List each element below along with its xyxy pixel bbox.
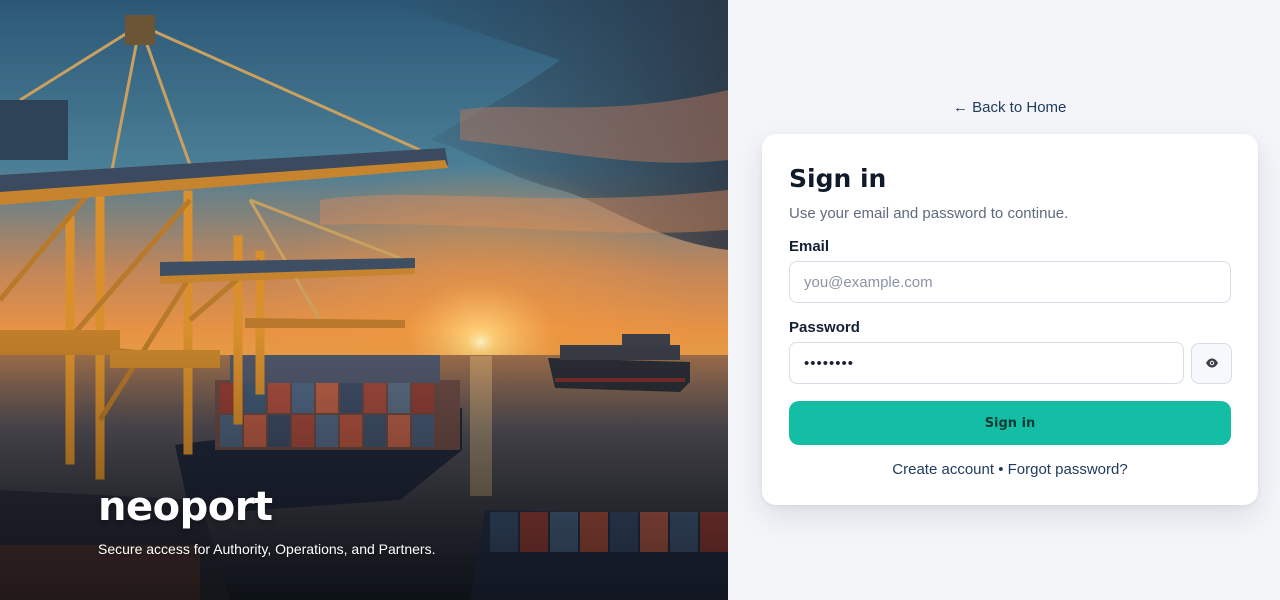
auth-links: Create account • Forgot password? [762,461,1258,478]
forgot-password-link[interactable]: Forgot password? [1008,461,1128,478]
tagline: Secure access for Authority, Operations,… [98,541,436,557]
hero-panel: neoport Secure access for Authority, Ope… [0,0,728,600]
brand-name: neoport [98,484,273,530]
toggle-password-visibility-button[interactable] [1191,343,1232,384]
email-label: Email [789,238,830,255]
back-to-home-link[interactable]: ← Back to Home [953,99,1066,116]
signin-title: Sign in [789,164,887,193]
password-label: Password [789,319,860,336]
signin-subtitle: Use your email and password to continue. [789,205,1069,222]
auth-panel: ← Back to Home Sign in Use your email an… [728,0,1280,600]
links-separator: • [998,461,1008,478]
password-field[interactable] [789,342,1184,384]
create-account-link[interactable]: Create account [892,461,994,478]
eye-icon [1205,356,1219,371]
signin-button[interactable]: Sign in [789,401,1231,445]
email-field[interactable] [789,261,1231,303]
signin-card: Sign in Use your email and password to c… [762,134,1258,505]
